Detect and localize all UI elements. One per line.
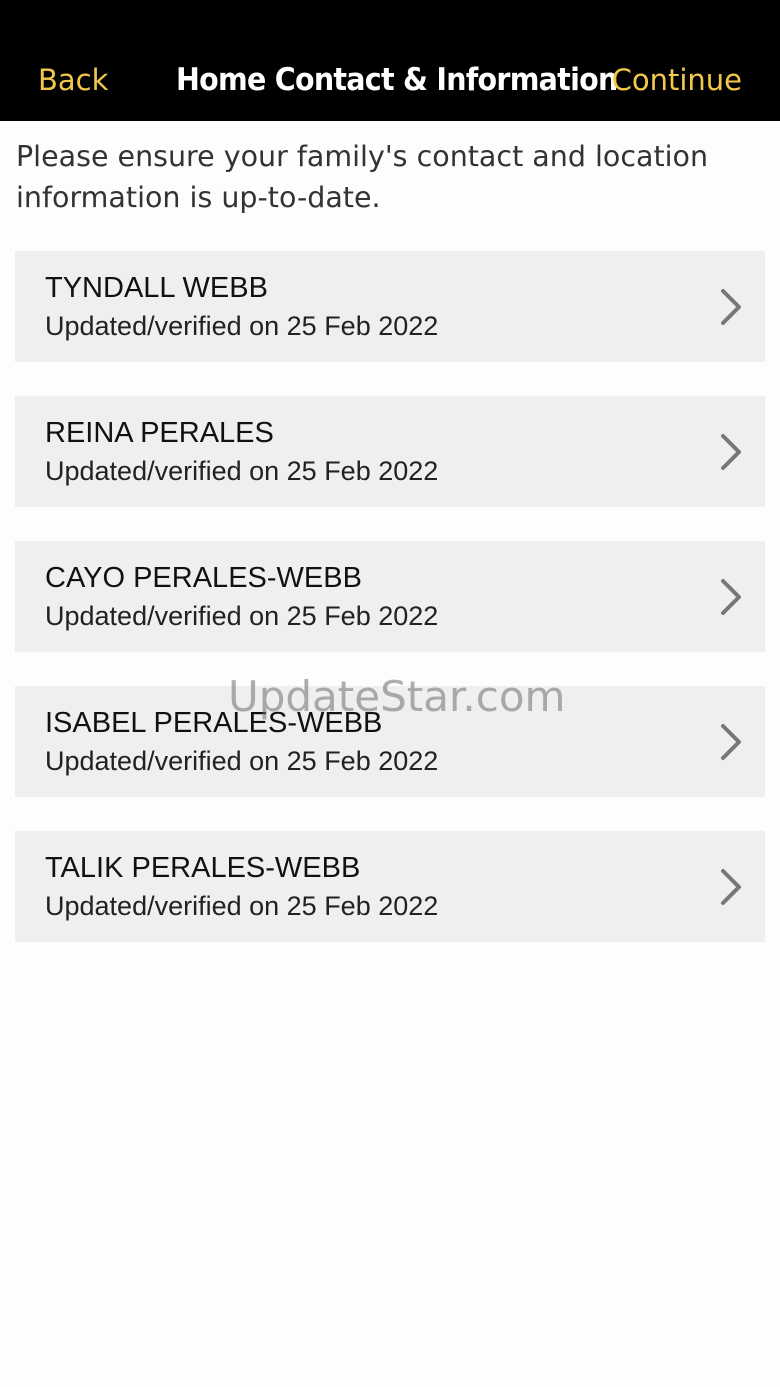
contact-row[interactable]: CAYO PERALES-WEBB Updated/verified on 25… bbox=[15, 541, 765, 652]
contact-row[interactable]: TALIK PERALES-WEBB Updated/verified on 2… bbox=[15, 831, 765, 942]
chevron-right-icon bbox=[721, 869, 741, 905]
back-button[interactable]: Back bbox=[38, 60, 108, 100]
contact-updated-date: Updated/verified on 25 Feb 2022 bbox=[45, 891, 439, 921]
contact-updated-date: Updated/verified on 25 Feb 2022 bbox=[45, 601, 439, 631]
contact-updated-date: Updated/verified on 25 Feb 2022 bbox=[45, 311, 439, 341]
chevron-right-icon bbox=[721, 724, 741, 760]
contact-name: ISABEL PERALES-WEBB bbox=[45, 707, 383, 739]
continue-button[interactable]: Continue bbox=[612, 60, 742, 100]
chevron-right-icon bbox=[721, 579, 741, 615]
chevron-right-icon bbox=[721, 289, 741, 325]
contact-name: CAYO PERALES-WEBB bbox=[45, 562, 362, 594]
contact-row[interactable]: TYNDALL WEBB Updated/verified on 25 Feb … bbox=[15, 251, 765, 362]
navigation-bar: Back Home Contact & Information Continue bbox=[0, 0, 780, 121]
contact-updated-date: Updated/verified on 25 Feb 2022 bbox=[45, 456, 439, 486]
contact-list: TYNDALL WEBB Updated/verified on 25 Feb … bbox=[15, 251, 765, 976]
contact-row[interactable]: ISABEL PERALES-WEBB Updated/verified on … bbox=[15, 686, 765, 797]
intro-text: Please ensure your family's contact and … bbox=[16, 140, 709, 214]
contact-name: REINA PERALES bbox=[45, 417, 274, 449]
contact-row[interactable]: REINA PERALES Updated/verified on 25 Feb… bbox=[15, 396, 765, 507]
chevron-right-icon bbox=[721, 434, 741, 470]
contact-updated-date: Updated/verified on 25 Feb 2022 bbox=[45, 746, 439, 776]
contact-name: TALIK PERALES-WEBB bbox=[45, 852, 361, 884]
contact-name: TYNDALL WEBB bbox=[45, 272, 268, 304]
page-title: Home Contact & Information bbox=[176, 62, 618, 98]
